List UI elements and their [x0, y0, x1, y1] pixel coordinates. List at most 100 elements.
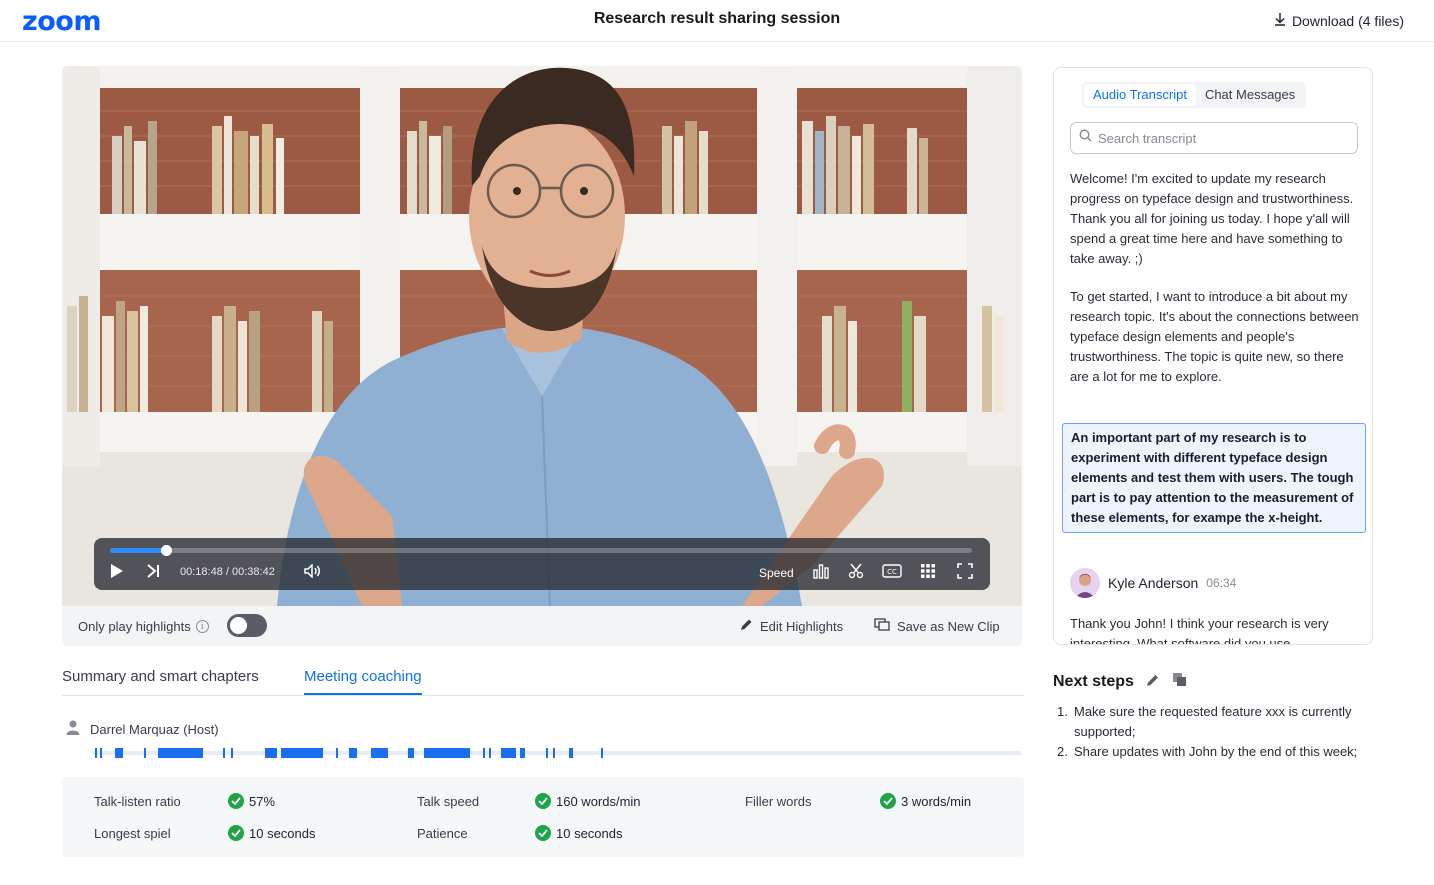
metric-label: Patience [417, 826, 468, 841]
tab-audio-transcript[interactable]: Audio Transcript [1084, 84, 1196, 106]
grid-icon [920, 563, 936, 584]
patience-value: 10 seconds [556, 825, 623, 841]
progress-bar[interactable] [110, 545, 972, 556]
video-player: 00:18:48 / 00:38:42 Speed CC Only play h… [62, 66, 1022, 646]
list-text: Share updates with John by the end of th… [1074, 744, 1358, 759]
clip-icon [874, 618, 890, 634]
next-steps-title: Next steps [1053, 673, 1134, 690]
list-number: 2. [1057, 744, 1068, 759]
transcript-paragraph[interactable]: To get started, I want to introduce a bi… [1070, 287, 1362, 387]
page-title: Research result sharing session [593, 10, 841, 27]
speaker-name: Darrel Marquaz (Host) [90, 721, 219, 737]
metric-label: Longest spiel [94, 826, 171, 841]
bar-chart-icon [812, 563, 830, 584]
fullscreen-icon [957, 562, 973, 584]
talk-segment [231, 748, 233, 758]
fullscreen-button[interactable] [954, 562, 976, 584]
transcript-paragraph-highlighted[interactable]: An important part of my research is to e… [1062, 423, 1366, 533]
speed-button[interactable]: Speed [759, 566, 794, 580]
edit-highlights-label: Edit Highlights [760, 618, 844, 634]
message-time: 06:34 [1206, 576, 1237, 590]
cc-icon: CC [882, 563, 902, 583]
progress-handle[interactable] [161, 545, 172, 556]
transcript-paragraph[interactable]: Welcome! I'm excited to update my resear… [1070, 169, 1362, 269]
metric-label: Talk-listen ratio [94, 794, 181, 809]
metric-value: 10 seconds [535, 825, 623, 841]
talk-segment [546, 748, 548, 758]
tab-chat-messages[interactable]: Chat Messages [1196, 84, 1304, 106]
talk-segment [501, 748, 516, 758]
player-controls: 00:18:48 / 00:38:42 Speed CC [94, 538, 990, 590]
talk-segment [144, 748, 146, 758]
info-icon[interactable]: i [195, 620, 209, 633]
video-frame[interactable]: 00:18:48 / 00:38:42 Speed CC [62, 66, 1022, 606]
longest-spiel-value: 10 seconds [249, 825, 316, 841]
volume-button[interactable] [302, 562, 324, 584]
check-icon [535, 793, 551, 809]
download-button[interactable]: Download (4 files) [1274, 12, 1404, 29]
talk-segment [95, 748, 97, 758]
talk-segment [115, 748, 123, 758]
copy-icon[interactable] [1172, 672, 1187, 692]
talk-segment [520, 748, 525, 758]
save-clip-label: Save as New Clip [897, 618, 1000, 634]
coaching-metrics: Talk-listen ratio 57% Talk speed 160 wor… [62, 777, 1024, 857]
talk-segment [265, 748, 277, 758]
check-icon [228, 825, 244, 841]
message-header: Kyle Anderson 06:34 [1070, 568, 1236, 598]
chat-message-text: Thank you John! I think your research is… [1070, 616, 1329, 645]
playback-time: 00:18:48 / 00:38:42 [180, 566, 275, 578]
avatar [1070, 568, 1100, 598]
skip-next-icon [146, 563, 160, 583]
transcript-panel: Audio Transcript Chat Messages Welcome! … [1053, 67, 1373, 645]
talk-segment [569, 748, 573, 758]
talk-segment [281, 748, 323, 758]
app-header: zoom Research result sharing session Dow… [0, 0, 1434, 42]
check-icon [880, 793, 896, 809]
talk-segment [223, 748, 225, 758]
list-item: 2. Share updates with John by the end of… [1057, 742, 1373, 762]
talk-segment [336, 748, 338, 758]
filler-words-value: 3 words/min [901, 793, 972, 809]
pencil-icon [740, 618, 753, 634]
play-button[interactable] [108, 562, 126, 584]
search-icon [1079, 129, 1092, 147]
edit-icon[interactable] [1146, 673, 1160, 692]
search-input[interactable] [1098, 130, 1348, 146]
check-icon [228, 793, 244, 809]
edit-highlights-button[interactable]: Edit Highlights [740, 618, 843, 634]
talk-speed-value: 160 words/min [556, 793, 641, 809]
tab-summary[interactable]: Summary and smart chapters [62, 668, 259, 693]
captions-button[interactable]: CC [880, 562, 904, 584]
svg-text:CC: CC [887, 568, 897, 576]
only-highlights-label: Only play highlights i [78, 619, 209, 634]
talk-segment [424, 748, 470, 758]
next-steps-list: 1. Make sure the requested feature xxx i… [1057, 702, 1373, 762]
talk-segment [349, 748, 357, 758]
download-label: Download (4 files) [1291, 12, 1404, 29]
analytics-button[interactable] [810, 562, 832, 584]
grid-button[interactable] [917, 562, 939, 584]
panel-tabs: Audio Transcript Chat Messages [1082, 82, 1307, 108]
only-highlights-toggle[interactable] [227, 614, 267, 637]
tab-meeting-coaching[interactable]: Meeting coaching [304, 668, 422, 695]
speaker-row: Darrel Marquaz (Host) [66, 720, 219, 738]
volume-icon [304, 562, 322, 583]
content-tabs: Summary and smart chapters Meeting coach… [62, 664, 1024, 696]
talk-segment [483, 748, 485, 758]
skip-next-button[interactable] [144, 562, 162, 584]
trim-button[interactable] [845, 562, 867, 584]
list-number: 1. [1057, 704, 1068, 719]
only-highlights-text: Only play highlights [78, 619, 191, 634]
person-icon [66, 720, 80, 738]
save-clip-button[interactable]: Save as New Clip [874, 618, 1000, 634]
talk-segment [553, 748, 555, 758]
speaker-timeline[interactable] [93, 748, 1021, 758]
transcript-search [1070, 122, 1358, 154]
next-steps-header: Next steps [1053, 672, 1187, 692]
talk-listen-value: 57% [249, 793, 276, 809]
metric-value: 10 seconds [228, 825, 316, 841]
talk-segment [158, 748, 203, 758]
toggle-knob [230, 617, 247, 634]
talk-segment [100, 748, 102, 758]
